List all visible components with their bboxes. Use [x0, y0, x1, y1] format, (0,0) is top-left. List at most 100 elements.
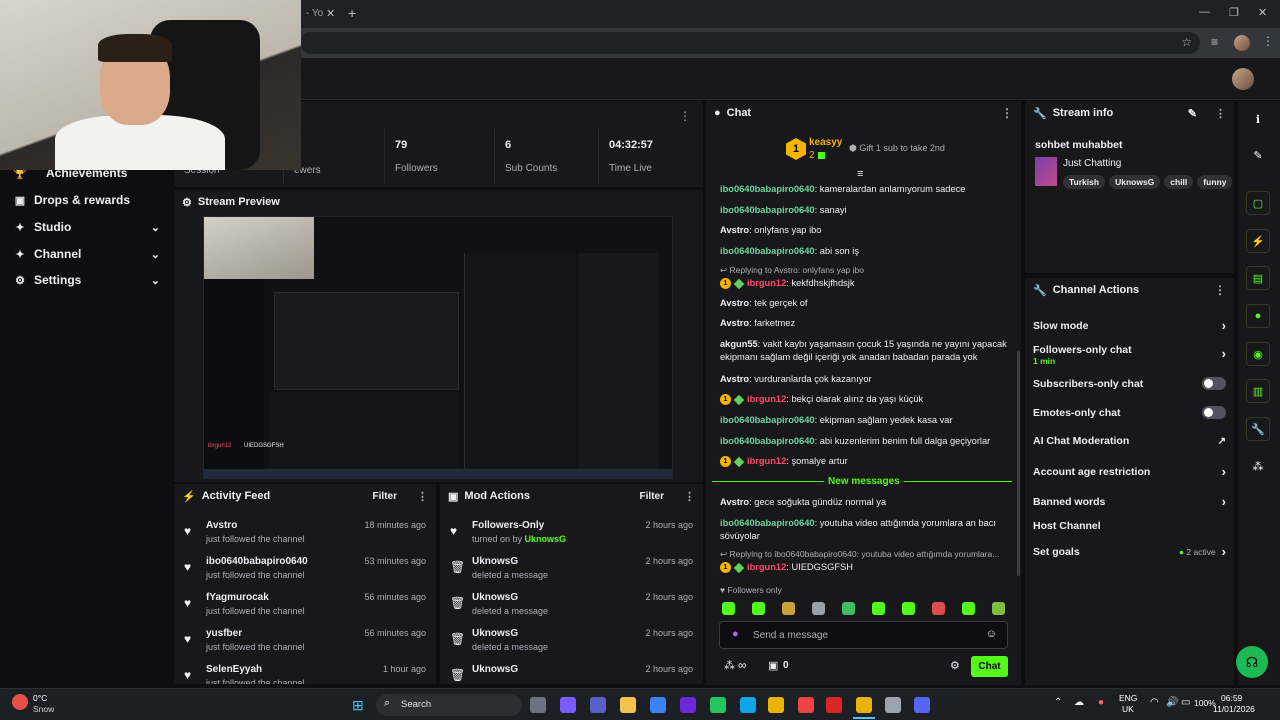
- wifi-icon[interactable]: ◠: [1150, 697, 1159, 708]
- tag-chip[interactable]: Turkish: [1063, 175, 1106, 189]
- chrome-icon[interactable]: [768, 697, 784, 713]
- sidebar-item-channel[interactable]: ✦ Channel ⌄: [14, 247, 160, 261]
- mod-action-title[interactable]: UknowsG: [472, 664, 518, 675]
- discord-icon[interactable]: [914, 697, 930, 713]
- lang-code[interactable]: ENG: [1119, 693, 1137, 703]
- minimize-button[interactable]: —: [1199, 6, 1210, 18]
- kebab-menu-icon[interactable]: ⋮: [684, 490, 695, 503]
- sidebar-item-drops[interactable]: ▣ Drops & rewards: [14, 193, 160, 207]
- clock-time[interactable]: 06:59: [1221, 693, 1242, 703]
- emote-icon[interactable]: [902, 602, 915, 615]
- pen-icon[interactable]: ✎: [1246, 143, 1270, 167]
- opera-icon[interactable]: [798, 697, 814, 713]
- browser-menu-icon[interactable]: ⋮: [1262, 34, 1274, 48]
- chat-username[interactable]: ibrgun12: [747, 456, 786, 466]
- mod-action-row[interactable]: 🗑 UknowsG deleted a message 2 hours ago: [440, 552, 703, 588]
- mod-action-title[interactable]: UknowsG: [472, 628, 518, 639]
- chat-icon[interactable]: ●: [1246, 304, 1270, 328]
- close-window-button[interactable]: ✕: [1258, 6, 1267, 19]
- tray-overflow-icon[interactable]: ⌃: [1054, 697, 1062, 708]
- browser-profile-avatar[interactable]: [1234, 35, 1250, 51]
- onedrive-icon[interactable]: ☁: [1074, 697, 1084, 708]
- mod-action-title[interactable]: UknowsG: [472, 592, 518, 603]
- chat-settings-gear-icon[interactable]: ⚙: [950, 659, 960, 672]
- sidebar-item-studio[interactable]: ✦ Studio ⌄: [14, 220, 160, 234]
- mic-icon[interactable]: ●: [1098, 697, 1104, 708]
- followers-only-row[interactable]: Followers-only chat 1 min ›: [1033, 344, 1226, 366]
- tag-chip[interactable]: chill: [1164, 175, 1194, 189]
- calendar-icon[interactable]: [650, 697, 666, 713]
- activity-username[interactable]: ibo0640babapiro0640: [206, 556, 308, 567]
- stream-category[interactable]: Just Chatting: [1063, 158, 1121, 169]
- support-headset-icon[interactable]: ☊: [1236, 646, 1268, 678]
- activity-username[interactable]: yusfber: [206, 628, 242, 639]
- windows-start-icon[interactable]: ⊞: [352, 697, 364, 714]
- sidebar-item-settings[interactable]: ⚙ Settings ⌄: [14, 273, 160, 287]
- chat-username[interactable]: ibo0640babapiro0640: [720, 415, 815, 425]
- activity-row[interactable]: ♥ fYagmurocak just followed the channel 56 …: [174, 588, 436, 624]
- taskbar-search[interactable]: ⌕ Search: [376, 694, 522, 716]
- chat-username[interactable]: Avstro: [720, 318, 749, 328]
- slow-mode-row[interactable]: Slow mode ›: [1033, 318, 1226, 333]
- file-explorer-icon[interactable]: [620, 697, 636, 713]
- chat-username[interactable]: ibrgun12: [747, 394, 786, 404]
- activity-username[interactable]: Avstro: [206, 520, 237, 531]
- filter-button[interactable]: Filter: [640, 491, 664, 502]
- kebab-menu-icon[interactable]: ⋮: [1214, 283, 1226, 297]
- chat-username[interactable]: Avstro: [720, 374, 749, 384]
- emote-icon[interactable]: [962, 602, 975, 615]
- user-avatar[interactable]: [1232, 68, 1254, 90]
- copilot-icon[interactable]: [560, 697, 576, 713]
- banned-words-row[interactable]: Banned words ›: [1033, 494, 1226, 509]
- stream-preview-video[interactable]: ibrgun12 UIEDGSGFSH: [203, 216, 673, 479]
- xbox-icon[interactable]: [710, 697, 726, 713]
- broadcast-icon[interactable]: ◉: [1246, 342, 1270, 366]
- chat-username[interactable]: Avstro: [720, 225, 749, 235]
- tab-close-icon[interactable]: ✕: [326, 7, 335, 20]
- emote-icon[interactable]: [812, 602, 825, 615]
- weather-icon[interactable]: [12, 694, 28, 710]
- mod-action-row[interactable]: ♥ Followers-Only turned on by UknowsG 2 hou…: [440, 516, 703, 552]
- age-restriction-row[interactable]: Account age restriction ›: [1033, 464, 1226, 479]
- edge-icon[interactable]: [740, 697, 756, 713]
- widgets-icon[interactable]: [530, 697, 546, 713]
- wrench-icon[interactable]: 🔧: [1246, 417, 1270, 441]
- chat-scrollbar[interactable]: [1017, 351, 1020, 576]
- mod-action-row[interactable]: 🗑 UknowsG deleted a message 2 hours ago: [440, 624, 703, 660]
- chat-username[interactable]: ibrgun12: [747, 278, 786, 288]
- app-icon[interactable]: [680, 697, 696, 713]
- activity-row[interactable]: ♥ ibo0640babapiro0640 just followed the ch…: [174, 552, 436, 588]
- chat-username[interactable]: ibo0640babapiro0640: [720, 205, 815, 215]
- maximize-button[interactable]: ❐: [1229, 6, 1239, 19]
- emote-icon[interactable]: [842, 602, 855, 615]
- emote-icon[interactable]: [722, 602, 735, 615]
- bookmark-star-icon[interactable]: ☆: [1181, 35, 1192, 49]
- tag-chip[interactable]: UknowsG: [1109, 175, 1161, 189]
- chat-username[interactable]: ibo0640babapiro0640: [720, 246, 815, 256]
- chat-username[interactable]: Avstro: [720, 497, 749, 507]
- kebab-menu-icon[interactable]: ⋮: [1001, 106, 1013, 120]
- points-icon[interactable]: ▣: [768, 659, 778, 672]
- document-icon[interactable]: ▤: [1246, 266, 1270, 290]
- emotes-only-toggle[interactable]: [1202, 406, 1226, 419]
- battery-icon[interactable]: ▭: [1181, 697, 1190, 708]
- emote-icon[interactable]: [932, 602, 945, 615]
- users-icon[interactable]: ⁂: [1246, 454, 1270, 478]
- category-thumbnail[interactable]: [1035, 157, 1057, 186]
- teams-icon[interactable]: [590, 697, 606, 713]
- camera-frame-icon[interactable]: ▢: [1246, 191, 1270, 215]
- volume-icon[interactable]: 🔊: [1166, 697, 1178, 708]
- url-input[interactable]: ☆: [300, 32, 1200, 54]
- mod-action-user[interactable]: UknowsG: [525, 534, 567, 544]
- chat-send-button[interactable]: Chat: [971, 656, 1008, 677]
- host-channel-row[interactable]: Host Channel: [1033, 520, 1226, 532]
- activity-row[interactable]: ♥ Avstro just followed the channel 18 minut…: [174, 516, 436, 552]
- chat-username[interactable]: ibo0640babapiro0640: [720, 436, 815, 446]
- chat-username[interactable]: Avstro: [720, 298, 749, 308]
- new-messages-label[interactable]: New messages: [824, 476, 904, 487]
- emoji-icon[interactable]: ☺: [986, 628, 997, 640]
- stats-menu-icon[interactable]: ⋮: [679, 109, 691, 123]
- emote-icon[interactable]: [782, 602, 795, 615]
- chrome-active-icon[interactable]: [856, 697, 872, 713]
- subscribers-only-toggle[interactable]: [1202, 377, 1226, 390]
